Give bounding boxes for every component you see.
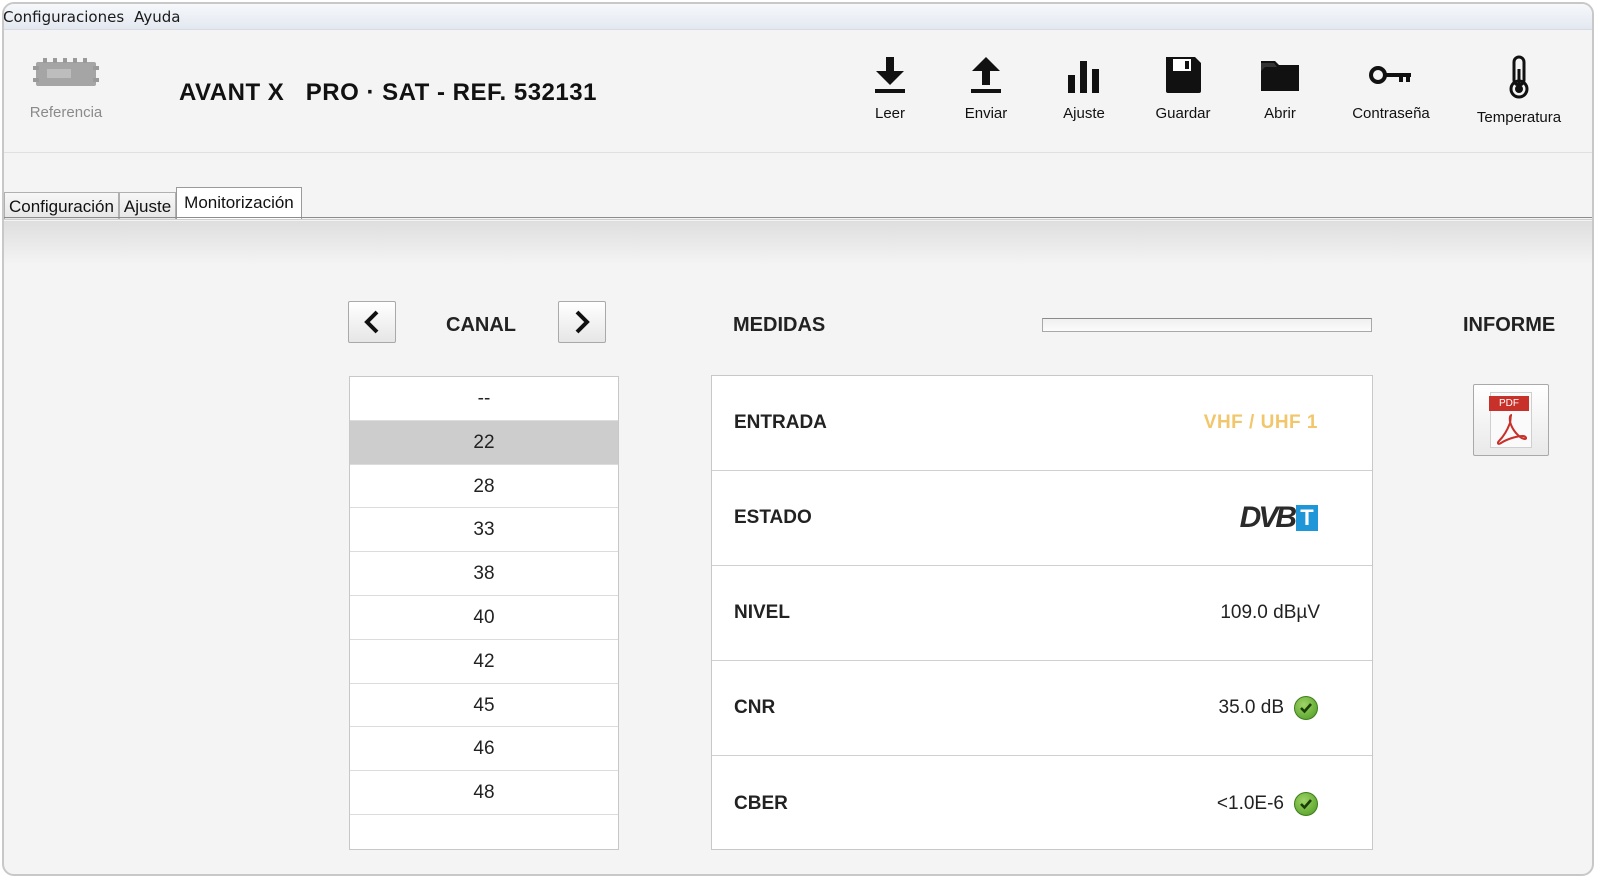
channel-item[interactable]: 40 (350, 596, 618, 640)
measurements-table: ENTRADA VHF / UHF 1 ESTADO DVB T NIVEL 1… (711, 375, 1373, 850)
medidas-heading: MEDIDAS (733, 314, 826, 336)
cber-value: <1.0E-6 (1216, 792, 1284, 814)
channel-item-selected[interactable]: 22 (350, 420, 618, 465)
cber-label: CBER (734, 792, 788, 814)
guardar-label: Guardar (1155, 105, 1211, 122)
abrir-button[interactable]: Abrir (1256, 55, 1304, 122)
menubar: Configuraciones Ayuda (4, 4, 1592, 30)
channel-item[interactable]: 33 (350, 508, 618, 553)
next-channel-button[interactable] (558, 301, 606, 343)
informe-heading: INFORME (1463, 314, 1556, 336)
header: Referencia AVANT X PRO · SAT - REF. 5321… (4, 31, 1592, 153)
temperatura-label: Temperatura (1476, 109, 1562, 126)
canal-heading: CANAL (446, 314, 516, 336)
bar-chart-icon (1068, 61, 1099, 93)
nivel-value: 109.0 dBµV (1220, 602, 1320, 623)
measure-row-nivel: NIVEL 109.0 dBµV (712, 566, 1372, 661)
upload-icon (971, 57, 1001, 93)
thermometer-icon (1509, 55, 1529, 99)
cnr-value-group: 35.0 dB (1218, 696, 1318, 720)
menu-configuraciones[interactable]: Configuraciones (4, 8, 129, 26)
dvb-t-logo: DVB T (1240, 501, 1318, 535)
tab-bar: Configuración Ajuste Monitorización (4, 187, 302, 219)
leer-button[interactable]: Leer (866, 55, 914, 122)
channel-list: -- 22 28 33 38 40 42 45 46 48 (349, 376, 619, 850)
contrasena-button[interactable]: Contraseña (1349, 55, 1433, 122)
ajuste-toolbar-button[interactable]: Ajuste (1056, 55, 1112, 122)
temperatura-button[interactable]: Temperatura (1474, 55, 1564, 126)
prev-channel-button[interactable] (348, 301, 396, 343)
pdf-icon: PDF (1489, 392, 1532, 448)
measure-row-cber: CBER <1.0E-6 (712, 756, 1372, 851)
measure-row-entrada: ENTRADA VHF / UHF 1 (712, 376, 1372, 471)
check-icon (1294, 696, 1318, 720)
channel-item[interactable]: 28 (350, 465, 618, 509)
entrada-value: VHF / UHF 1 (1203, 412, 1318, 433)
floppy-disk-icon (1166, 57, 1201, 93)
estado-value: DVB T (1240, 501, 1318, 535)
tab-ajuste[interactable]: Ajuste (118, 192, 177, 219)
channel-item[interactable]: 45 (350, 684, 618, 728)
tab-divider (4, 217, 1592, 220)
download-icon (875, 57, 905, 93)
channel-item[interactable]: -- (350, 377, 618, 421)
measure-row-estado: ESTADO DVB T (712, 471, 1372, 566)
pdf-tag: PDF (1489, 396, 1529, 411)
tab-configuracion[interactable]: Configuración (4, 192, 119, 219)
leer-label: Leer (874, 105, 906, 122)
contrasena-label: Contraseña (1352, 105, 1430, 122)
cber-value-group: <1.0E-6 (1216, 791, 1318, 816)
check-icon (1294, 791, 1318, 816)
folder-icon (1261, 61, 1299, 91)
estado-label: ESTADO (734, 507, 812, 528)
channel-item[interactable]: 48 (350, 771, 618, 815)
nivel-label: NIVEL (734, 602, 790, 623)
measure-row-cnr: CNR 35.0 dB (712, 661, 1372, 756)
pdf-report-button[interactable]: PDF (1473, 384, 1549, 456)
dvb-text: DVB (1239, 501, 1297, 534)
cnr-label: CNR (734, 697, 776, 718)
toolbar: Leer Enviar Ajuste Guardar Abrir Contras… (4, 55, 1592, 135)
dvb-t-badge: T (1296, 505, 1318, 531)
tab-monitorizacion[interactable]: Monitorización (176, 187, 302, 219)
abrir-label: Abrir (1264, 105, 1296, 122)
tab-shade (4, 221, 1592, 265)
app-window: Configuraciones Ayuda Referencia AVANT X… (2, 2, 1594, 876)
channel-item[interactable]: 42 (350, 640, 618, 684)
cnr-value: 35.0 dB (1218, 697, 1285, 718)
entrada-label: ENTRADA (734, 412, 827, 433)
chevron-left-icon (364, 310, 379, 334)
channel-item[interactable]: 46 (350, 727, 618, 772)
chevron-right-icon (575, 310, 590, 334)
guardar-button[interactable]: Guardar (1152, 55, 1214, 122)
menu-ayuda[interactable]: Ayuda (129, 8, 185, 26)
measurement-progress-bar (1042, 318, 1372, 332)
enviar-button[interactable]: Enviar (958, 55, 1014, 122)
channel-item[interactable]: 38 (350, 552, 618, 596)
enviar-label: Enviar (964, 105, 1008, 122)
ajuste-toolbar-label: Ajuste (1063, 105, 1105, 122)
key-icon (1369, 66, 1411, 84)
